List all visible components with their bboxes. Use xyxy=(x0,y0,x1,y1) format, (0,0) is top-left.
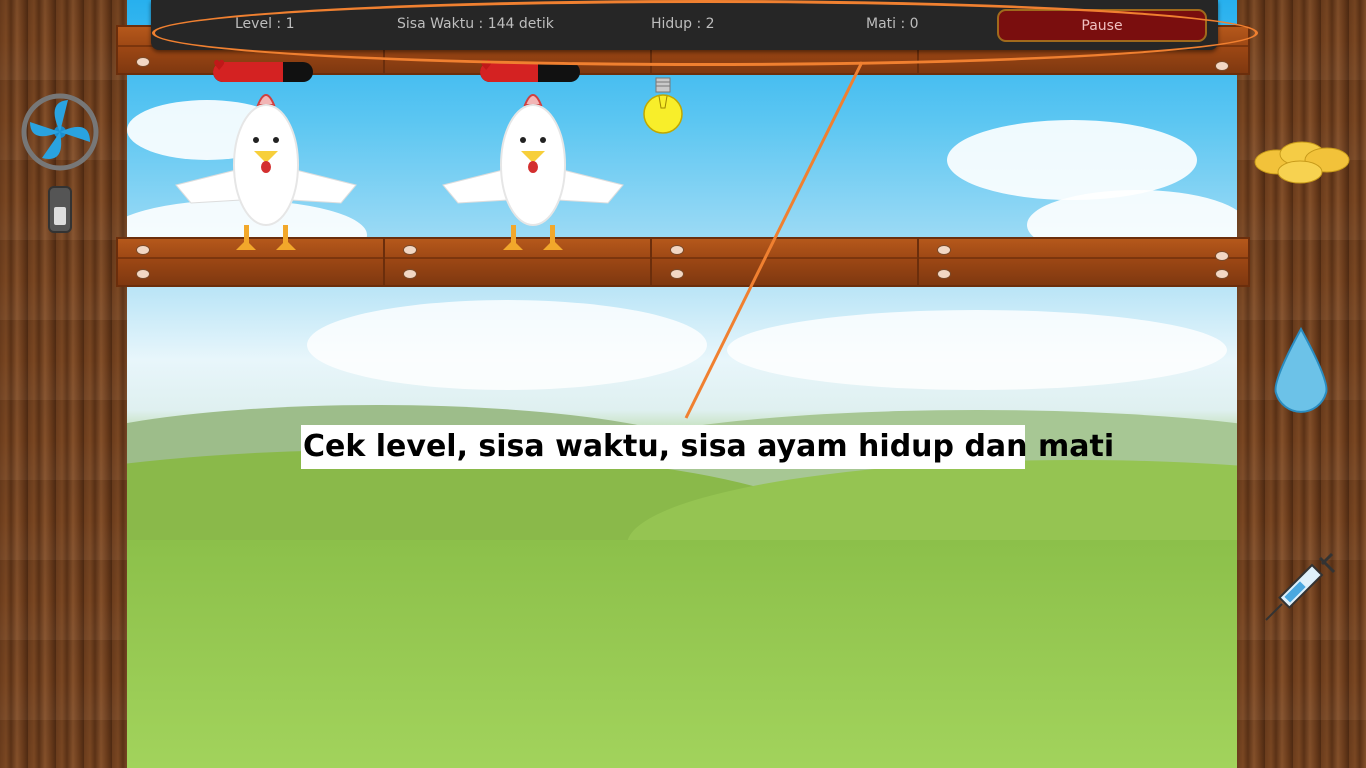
nail xyxy=(136,245,150,255)
nail xyxy=(403,269,417,279)
nail xyxy=(136,57,150,67)
nail xyxy=(670,245,684,255)
perch-plank xyxy=(917,237,1250,287)
cloud xyxy=(307,300,707,390)
water-drop-icon[interactable] xyxy=(1272,327,1330,421)
nail xyxy=(1215,61,1229,71)
chicken-health-bar xyxy=(480,62,580,82)
fan-icon[interactable] xyxy=(16,92,104,242)
nail xyxy=(937,269,951,279)
corn-feed-icon[interactable] xyxy=(1252,132,1352,187)
hud-highlight-ellipse xyxy=(152,0,1258,66)
nail xyxy=(136,269,150,279)
cloud xyxy=(727,310,1227,390)
nail xyxy=(937,245,951,255)
chicken[interactable] xyxy=(433,85,633,255)
heart-icon: ♥ xyxy=(213,58,226,74)
cloud xyxy=(947,120,1197,200)
nail xyxy=(670,269,684,279)
chicken-health-bar xyxy=(213,62,313,82)
nail xyxy=(403,245,417,255)
grass-field xyxy=(127,540,1237,768)
light-bulb-icon[interactable] xyxy=(642,74,684,136)
annotation-callout: Cek level, sisa waktu, sisa ayam hidup d… xyxy=(301,425,1114,469)
nail xyxy=(1215,251,1229,261)
chicken[interactable] xyxy=(166,85,366,255)
perch-plank xyxy=(650,237,922,287)
syringe-icon[interactable] xyxy=(1262,550,1338,622)
nail xyxy=(1215,269,1229,279)
